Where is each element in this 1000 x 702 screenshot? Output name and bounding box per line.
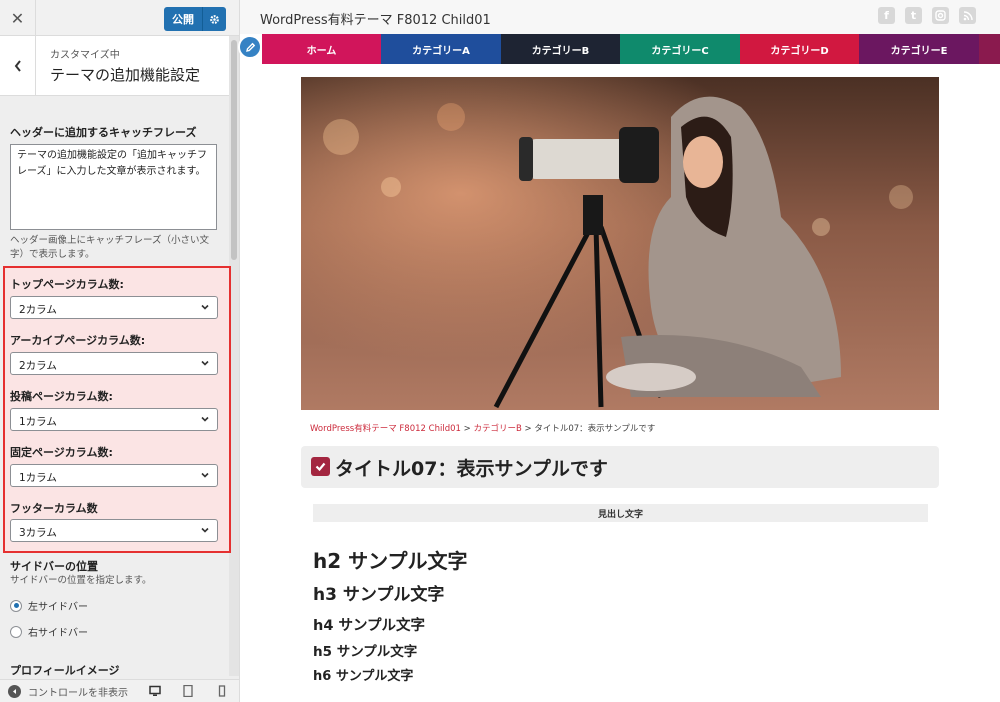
twitter-icon[interactable]: t [905, 7, 922, 24]
hide-controls-label: コントロールを非表示 [28, 688, 128, 699]
radio-left-sidebar[interactable]: 左サイドバー [10, 598, 88, 613]
chevron-down-icon [201, 304, 209, 310]
nav-item-category-a[interactable]: カテゴリーA [381, 34, 501, 64]
catchphrase-label: ヘッダーに追加するキャッチフレーズ [10, 126, 197, 139]
breadcrumb-separator: > [460, 424, 474, 434]
scrollbar-thumb[interactable] [231, 40, 237, 260]
chevron-left-icon [14, 60, 21, 72]
site-header: WordPress有料テーマ F8012 Child01 f t [240, 0, 1000, 34]
post-columns-label: 投稿ページカラム数: [10, 390, 113, 403]
chevron-down-icon [201, 416, 209, 422]
radio-right-sidebar[interactable]: 右サイドバー [10, 624, 88, 639]
instagram-icon[interactable] [932, 7, 949, 24]
post-title-box: タイトル07：表示サンプルです [301, 446, 939, 488]
midashi-heading: 見出し文字 [313, 504, 928, 522]
featured-image [301, 77, 939, 410]
edit-shortcut-button[interactable] [238, 35, 262, 59]
nav-label: カテゴリーB [531, 45, 590, 57]
page-columns-select[interactable]: 1カラム [10, 464, 218, 487]
breadcrumb-separator: > [521, 424, 535, 434]
mobile-preview-icon[interactable] [216, 685, 228, 697]
check-icon [311, 457, 330, 476]
catchphrase-textarea[interactable]: テーマの追加機能設定の「追加キャッチフレーズ」に入力した文章が表示されます。 [10, 144, 217, 230]
catchphrase-hint: ヘッダー画像上にキャッチフレーズ（小さい文字）で表示します。 [10, 235, 210, 260]
tablet-preview-icon[interactable] [182, 685, 194, 697]
chevron-down-icon [201, 472, 209, 478]
desktop-preview-icon[interactable] [149, 685, 161, 697]
select-value: 1カラム [19, 416, 57, 428]
customizer-panel: ✕ 公開 カスタマイズ中 テーマの追加機能設定 ヘッダーに追加するキャッチフレー… [0, 0, 240, 702]
archive-columns-select[interactable]: 2カラム [10, 352, 218, 375]
collapse-icon [8, 685, 21, 698]
photo-camera-girl-image [301, 77, 939, 410]
gear-icon [210, 14, 219, 24]
select-value: 2カラム [19, 304, 57, 316]
nav-label: カテゴリーE [890, 45, 948, 57]
post-columns-select[interactable]: 1カラム [10, 408, 218, 431]
nav-item-category-e[interactable]: カテゴリーE [859, 34, 979, 64]
section-title: テーマの追加機能設定 [50, 66, 201, 84]
nav-label: ホーム [306, 45, 337, 57]
section-header: カスタマイズ中 テーマの追加機能設定 [0, 36, 230, 96]
nav-item-category-c[interactable]: カテゴリーC [620, 34, 740, 64]
archive-columns-label: アーカイブページカラム数: [10, 334, 146, 347]
radio-button[interactable] [10, 625, 22, 638]
nav-item-category-b[interactable]: カテゴリーB [501, 34, 620, 64]
section-breadcrumb: カスタマイズ中 [50, 50, 120, 61]
nav-label: カテゴリーD [770, 45, 829, 57]
nav-item-home[interactable]: ホーム [262, 34, 381, 64]
heading-h2: h2 サンプル文字 [313, 549, 468, 573]
hide-controls-button[interactable]: コントロールを非表示 [8, 684, 128, 699]
chevron-down-icon [201, 527, 209, 533]
publish-settings-button[interactable] [202, 7, 226, 31]
select-value: 3カラム [19, 527, 57, 539]
publish-button[interactable]: 公開 [164, 7, 202, 31]
heading-h5: h5 サンプル文字 [313, 644, 418, 660]
select-value: 1カラム [19, 472, 57, 484]
nav-overflow [979, 34, 1000, 64]
global-nav: ホーム カテゴリーA カテゴリーB カテゴリーC カテゴリーD カテゴリーE [240, 34, 1000, 64]
top-page-columns-label: トップページカラム数: [10, 278, 124, 291]
radio-label: 左サイドバー [28, 602, 88, 613]
top-page-columns-select[interactable]: 2カラム [10, 296, 218, 319]
nav-item-category-d[interactable]: カテゴリーD [740, 34, 859, 64]
sidebar-position-hint: サイドバーの位置を指定します。 [10, 575, 152, 586]
select-value: 2カラム [19, 360, 57, 372]
heading-h3: h3 サンプル文字 [313, 585, 445, 605]
heading-h4: h4 サンプル文字 [313, 618, 426, 634]
site-title[interactable]: WordPress有料テーマ F8012 Child01 [260, 9, 491, 28]
profile-image-label: プロフィールイメージ [10, 664, 120, 677]
nav-label: カテゴリーA [412, 45, 470, 57]
nav-label: カテゴリーC [651, 45, 709, 57]
close-customizer-button[interactable]: ✕ [0, 0, 36, 36]
customizer-header: ✕ 公開 [0, 0, 239, 36]
breadcrumb: WordPress有料テーマ F8012 Child01 > カテゴリーB > … [310, 422, 655, 434]
breadcrumb-home-link[interactable]: WordPress有料テーマ F8012 Child01 [310, 424, 461, 434]
close-icon: ✕ [10, 8, 25, 28]
rss-icon[interactable] [959, 7, 976, 24]
breadcrumb-current: タイトル07：表示サンプルです [534, 424, 656, 434]
sidebar-position-label: サイドバーの位置 [10, 560, 98, 573]
page-columns-label: 固定ページカラム数: [10, 446, 113, 459]
heading-h6: h6 サンプル文字 [313, 669, 414, 684]
radio-button-checked[interactable] [10, 599, 22, 612]
pencil-icon [245, 42, 255, 52]
radio-label: 右サイドバー [28, 628, 88, 639]
customizer-footer: コントロールを非表示 [0, 679, 239, 702]
footer-columns-label: フッターカラム数 [10, 502, 98, 515]
chevron-down-icon [201, 360, 209, 366]
post-title: タイトル07：表示サンプルです [335, 458, 608, 480]
facebook-icon[interactable]: f [878, 7, 895, 24]
footer-columns-select[interactable]: 3カラム [10, 519, 218, 542]
back-button[interactable] [0, 36, 36, 96]
breadcrumb-category-link[interactable]: カテゴリーB [473, 424, 521, 434]
